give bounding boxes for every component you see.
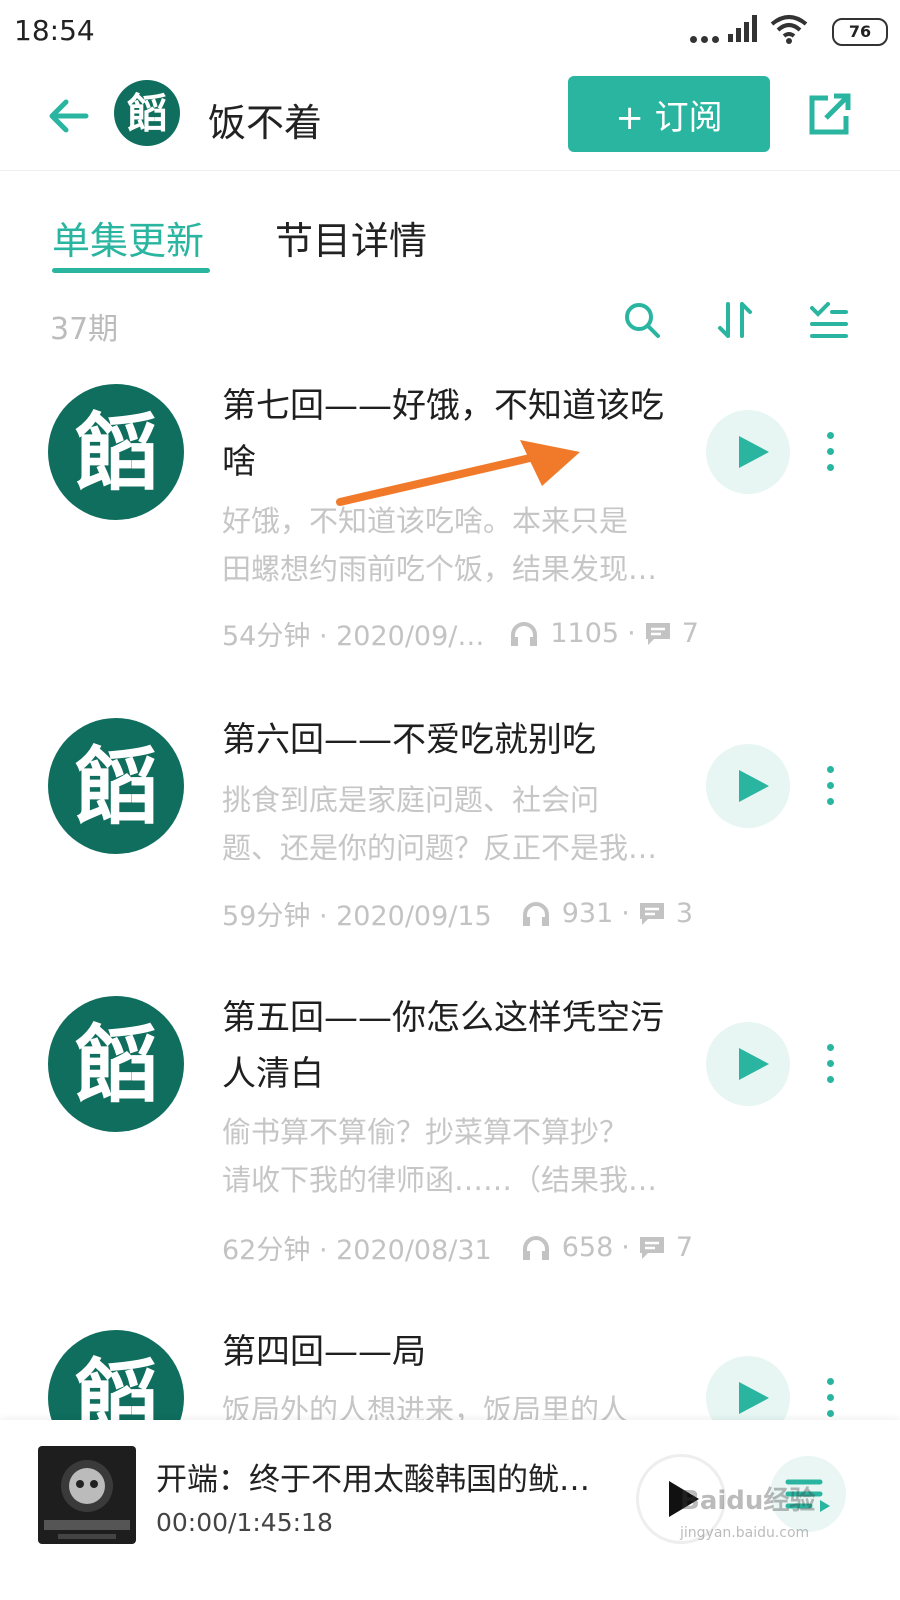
tab-episodes[interactable]: 单集更新 [52,210,204,265]
duration-date: 54分钟 · 2020/09/… [222,621,485,652]
more-options-icon[interactable] [824,1378,836,1418]
batch-select-icon[interactable] [808,300,848,340]
svg-text:饀: 饀 [74,1016,158,1114]
play-count: 1105 [550,618,620,649]
more-options-icon[interactable] [824,766,836,806]
episode-title[interactable]: 第六回——不爱吃就别吃 [222,712,692,768]
wifi-icon [770,15,808,44]
episode-cover: 饀 [48,996,184,1132]
subscribe-button[interactable]: + 订阅 [568,76,770,152]
episode-count: 37期 [50,312,119,347]
sort-icon[interactable] [716,300,756,340]
episode-description: 偷书算不算偷？抄菜算不算抄？ 请收下我的律师函……（结果我… [222,1115,658,1197]
list-item[interactable]: 饀 第七回——好饿，不知道该吃啥 好饿，不知道该吃啥。本来只是 田螺想约雨前吃个… [0,380,900,680]
episode-title[interactable]: 第五回——你怎么这样凭空污人清白 [222,990,692,1102]
episode-meta: 62分钟 · 2020/08/31 658 · 7 [222,1228,693,1267]
active-tab-indicator [52,268,210,273]
episode-cover: 饀 [48,718,184,854]
player-cover-art[interactable] [38,1446,136,1544]
headphones-icon [511,621,538,646]
watermark: Baidu经验 [680,1486,816,1516]
status-bar: 18:54 76 [0,0,900,60]
svg-text:饀: 饀 [74,738,158,836]
now-playing-title[interactable]: 开端：终于不用太酸韩国的鱿… [156,1454,596,1499]
episode-meta: 59分钟 · 2020/09/15 931 · 3 [222,894,693,933]
podcast-title: 饭不着 [208,101,323,145]
app-header: 饀 饭不着 + 订阅 [0,60,900,171]
svg-text:饀: 饀 [127,90,168,138]
svg-text:饀: 饀 [74,1350,158,1420]
play-count: 658 [561,1232,614,1263]
comment-count: 7 [675,1232,694,1263]
headphones-icon [522,901,549,926]
episode-description: 饭局外的人想进来，饭局里的人 [222,1393,629,1420]
episode-title[interactable]: 第四回——局 [222,1330,692,1380]
play-button[interactable] [706,1022,790,1106]
duration-date: 62分钟 · 2020/08/31 [222,1235,492,1266]
annotation-arrow-icon [336,440,580,506]
podcast-avatar: 饀 [114,80,180,146]
now-playing-time: 00:00/1:45:18 [156,1508,333,1537]
more-options-icon[interactable] [824,1044,836,1084]
battery-indicator: 76 [832,18,888,46]
comment-icon [639,1236,664,1259]
comment-count: 3 [675,898,694,929]
list-item[interactable]: 饀 第四回——局 饭局外的人想进来，饭局里的人 [0,1330,900,1420]
episode-meta: 54分钟 · 2020/09/… 1105 · 7 [222,614,699,653]
signal-icon [728,14,760,42]
tab-details[interactable]: 节目详情 [275,210,427,265]
watermark-url: jingyan.baidu.com [680,1525,810,1541]
more-options-icon[interactable] [824,432,836,472]
back-arrow-icon[interactable] [46,94,90,138]
status-time: 18:54 [14,14,95,47]
episode-cover: 饀 [48,1330,184,1420]
comment-count: 7 [681,618,699,649]
play-button[interactable] [706,410,790,494]
search-icon[interactable] [622,300,662,340]
list-item[interactable]: 饀 第六回——不爱吃就别吃 挑食到底是家庭问题、社会问 题、还是你的问题？反正不… [0,716,900,966]
share-icon[interactable] [806,90,854,138]
play-count: 931 [561,898,614,929]
headphones-icon [522,1235,549,1260]
svg-text:饀: 饀 [74,404,158,502]
comment-icon [645,622,670,645]
comment-icon [639,902,664,925]
play-button[interactable] [706,744,790,828]
more-dots-icon [690,0,730,60]
duration-date: 59分钟 · 2020/09/15 [222,901,492,932]
episode-description: 挑食到底是家庭问题、社会问 题、还是你的问题？反正不是我… [222,783,658,865]
episode-cover: 饀 [48,384,184,520]
list-item[interactable]: 饀 第五回——你怎么这样凭空污人清白 偷书算不算偷？抄菜算不算抄？ 请收下我的律… [0,996,900,1296]
play-button[interactable] [706,1356,790,1420]
